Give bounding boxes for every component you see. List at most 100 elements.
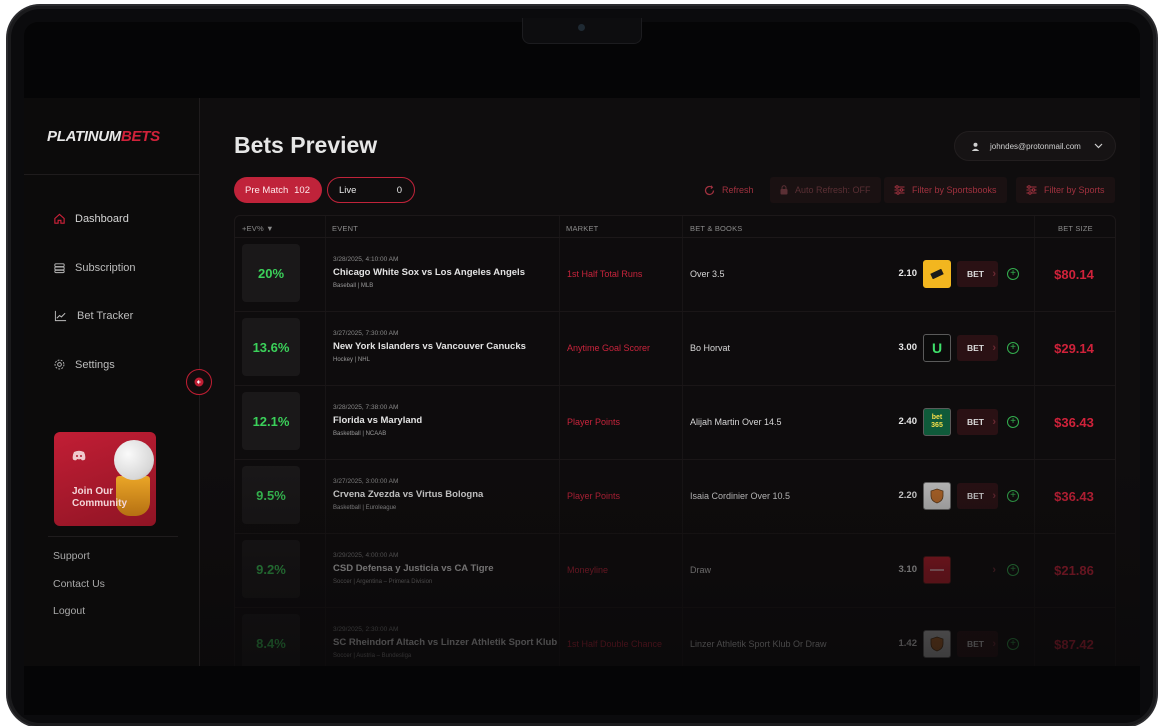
bet-button[interactable]: BET [957,483,998,509]
ev-value: 8.4% [242,614,300,666]
event-date: 3/28/2025, 7:38:00 AM [333,404,399,411]
user-menu[interactable]: johndes@protonmail.com [954,131,1116,161]
filter-sportsbooks-button[interactable]: Filter by Sportsbooks [884,177,1007,203]
event-name: Crvena Zvezda vs Virtus Bologna [333,489,484,500]
event-name: Chicago White Sox vs Los Angeles Angels [333,267,525,278]
sportsbook-logo-icon[interactable]: bet 365 [923,408,951,436]
tab-pre-match[interactable]: Pre Match 102 [234,177,322,203]
add-bet-icon[interactable]: + [1007,564,1019,576]
event-league: Hockey | NHL [333,357,370,363]
event-name: SC Rheindorf Altach vs Linzer Athletik S… [333,637,558,648]
sportsbook-logo-icon[interactable]: U [923,334,951,362]
table-row[interactable]: 9.2% 3/29/2025, 4:00:00 AM CSD Defensa y… [235,534,1115,608]
market-name: Player Points [567,417,621,427]
add-bet-icon[interactable]: + [1007,638,1019,650]
community-card[interactable]: Join Our Community [54,432,156,526]
bet-button[interactable]: BET [957,335,998,361]
sidebar-item-label: Dashboard [75,212,129,225]
event-name: CSD Defensa y Justicia vs CA Tigre [333,563,494,574]
bet-size-value: $87.42 [1054,637,1094,652]
contact-us-link[interactable]: Contact Us [53,578,105,590]
ev-value: 9.5% [242,466,300,524]
sportsbook-logo-icon[interactable] [923,260,951,288]
home-icon [54,213,65,224]
bet-button[interactable]: BET [957,631,998,657]
odds-value: 2.40 [898,416,918,427]
filter-sportsbooks-label: Filter by Sportsbooks [912,185,997,195]
market-name: 1st Half Total Runs [567,269,643,279]
add-bet-icon[interactable]: + [1007,268,1019,280]
event-league: Basketball | NCAAB [333,431,387,437]
filter-sports-label: Filter by Sports [1044,185,1105,195]
logout-link[interactable]: Logout [53,605,85,617]
sidebar-item-bet-tracker[interactable]: Bet Tracker [53,309,133,322]
support-link[interactable]: Support [53,550,90,562]
collapse-sidebar-button[interactable] [186,369,212,395]
ev-value: 9.2% [242,540,300,598]
ev-value: 20% [242,244,300,302]
bet-button[interactable]: BET [957,261,998,287]
table-row[interactable]: 13.6% 3/27/2025, 7:30:00 AM New York Isl… [235,312,1115,386]
event-name: New York Islanders vs Vancouver Canucks [333,341,526,352]
event-column-header: EVENT [332,224,359,233]
tab-live[interactable]: Live 0 [327,177,415,203]
table-row[interactable]: 12.1% 3/28/2025, 7:38:00 AM Florida vs M… [235,386,1115,460]
soccer-ball-icon [114,440,154,480]
event-date: 3/29/2025, 2:30:00 AM [333,626,399,633]
app-screen: PLATINUMBETS Dashboard Subscription Bet … [24,98,1140,666]
user-email: johndes@protonmail.com [990,141,1081,151]
event-name: Florida vs Maryland [333,415,423,426]
sidebar-divider [48,536,178,537]
sidebar-divider [24,174,200,175]
odds-value: 3.10 [898,564,918,575]
auto-refresh-toggle[interactable]: Auto Refresh: OFF [770,177,881,203]
sportsbook-logo-icon[interactable] [923,630,951,658]
sportsbook-logo-icon[interactable] [923,556,951,584]
sidebar-item-label: Bet Tracker [77,309,134,322]
sportsbook-logo-icon[interactable] [923,482,951,510]
bet-button[interactable] [957,557,998,583]
bet-size-value: $36.43 [1054,415,1094,430]
filter-sports-button[interactable]: Filter by Sports [1016,177,1115,203]
bet-button[interactable]: BET [957,409,998,435]
sidebar-item-dashboard[interactable]: Dashboard [53,212,129,225]
market-name: Moneyline [567,565,609,575]
bet-selection: Alijah Martin Over 14.5 [690,417,782,427]
odds-value: 3.00 [898,342,918,353]
add-bet-icon[interactable]: + [1007,490,1019,502]
odds-value: 2.10 [898,268,918,279]
arrow-left-icon [194,377,204,387]
table-row[interactable]: 9.5% 3/27/2025, 3:00:00 AM Crvena Zvezda… [235,460,1115,534]
odds-value: 2.20 [898,490,918,501]
brand-logo-part1: PLATINUM [47,128,121,145]
sidebar-item-subscription[interactable]: Subscription [53,261,136,274]
table-row[interactable]: 8.4% 3/29/2025, 2:30:00 AM SC Rheindorf … [235,608,1115,666]
sidebar-item-settings[interactable]: Settings [53,358,115,371]
bet-selection: Isaia Cordinier Over 10.5 [690,491,791,501]
bet-size-value: $80.14 [1054,267,1094,282]
event-date: 3/29/2025, 4:00:00 AM [333,552,399,559]
brand-logo[interactable]: PLATINUMBETS [47,128,160,145]
table-row[interactable]: 20% 3/28/2025, 4:10:00 AM Chicago White … [235,238,1115,312]
bet-selection: Linzer Athletik Sport Klub Or Draw [690,639,827,649]
market-column-header: MARKET [566,224,599,233]
bet-selection: Bo Horvat [690,343,731,353]
bet-selection: Draw [690,565,712,575]
bet-size-value: $36.43 [1054,489,1094,504]
bet-size-column-header: BET SIZE [1058,224,1093,233]
bet-selection: Over 3.5 [690,269,725,279]
ev-value: 12.1% [242,392,300,450]
sidebar-item-label: Settings [75,358,115,371]
add-bet-icon[interactable]: + [1007,342,1019,354]
tab-label: Pre Match [245,184,289,196]
event-date: 3/27/2025, 7:30:00 AM [333,330,399,337]
ev-column-header[interactable]: +EV% ▼ [242,224,274,233]
market-name: Anytime Goal Scorer [567,343,651,353]
add-bet-icon[interactable]: + [1007,416,1019,428]
sidebar: PLATINUMBETS Dashboard Subscription Bet … [24,98,200,666]
event-league: Baseball | MLB [333,283,374,289]
refresh-button[interactable]: Refresh [694,177,764,203]
tab-count: 102 [294,184,310,196]
brand-logo-part2: BETS [120,128,160,145]
gear-icon [54,359,65,370]
